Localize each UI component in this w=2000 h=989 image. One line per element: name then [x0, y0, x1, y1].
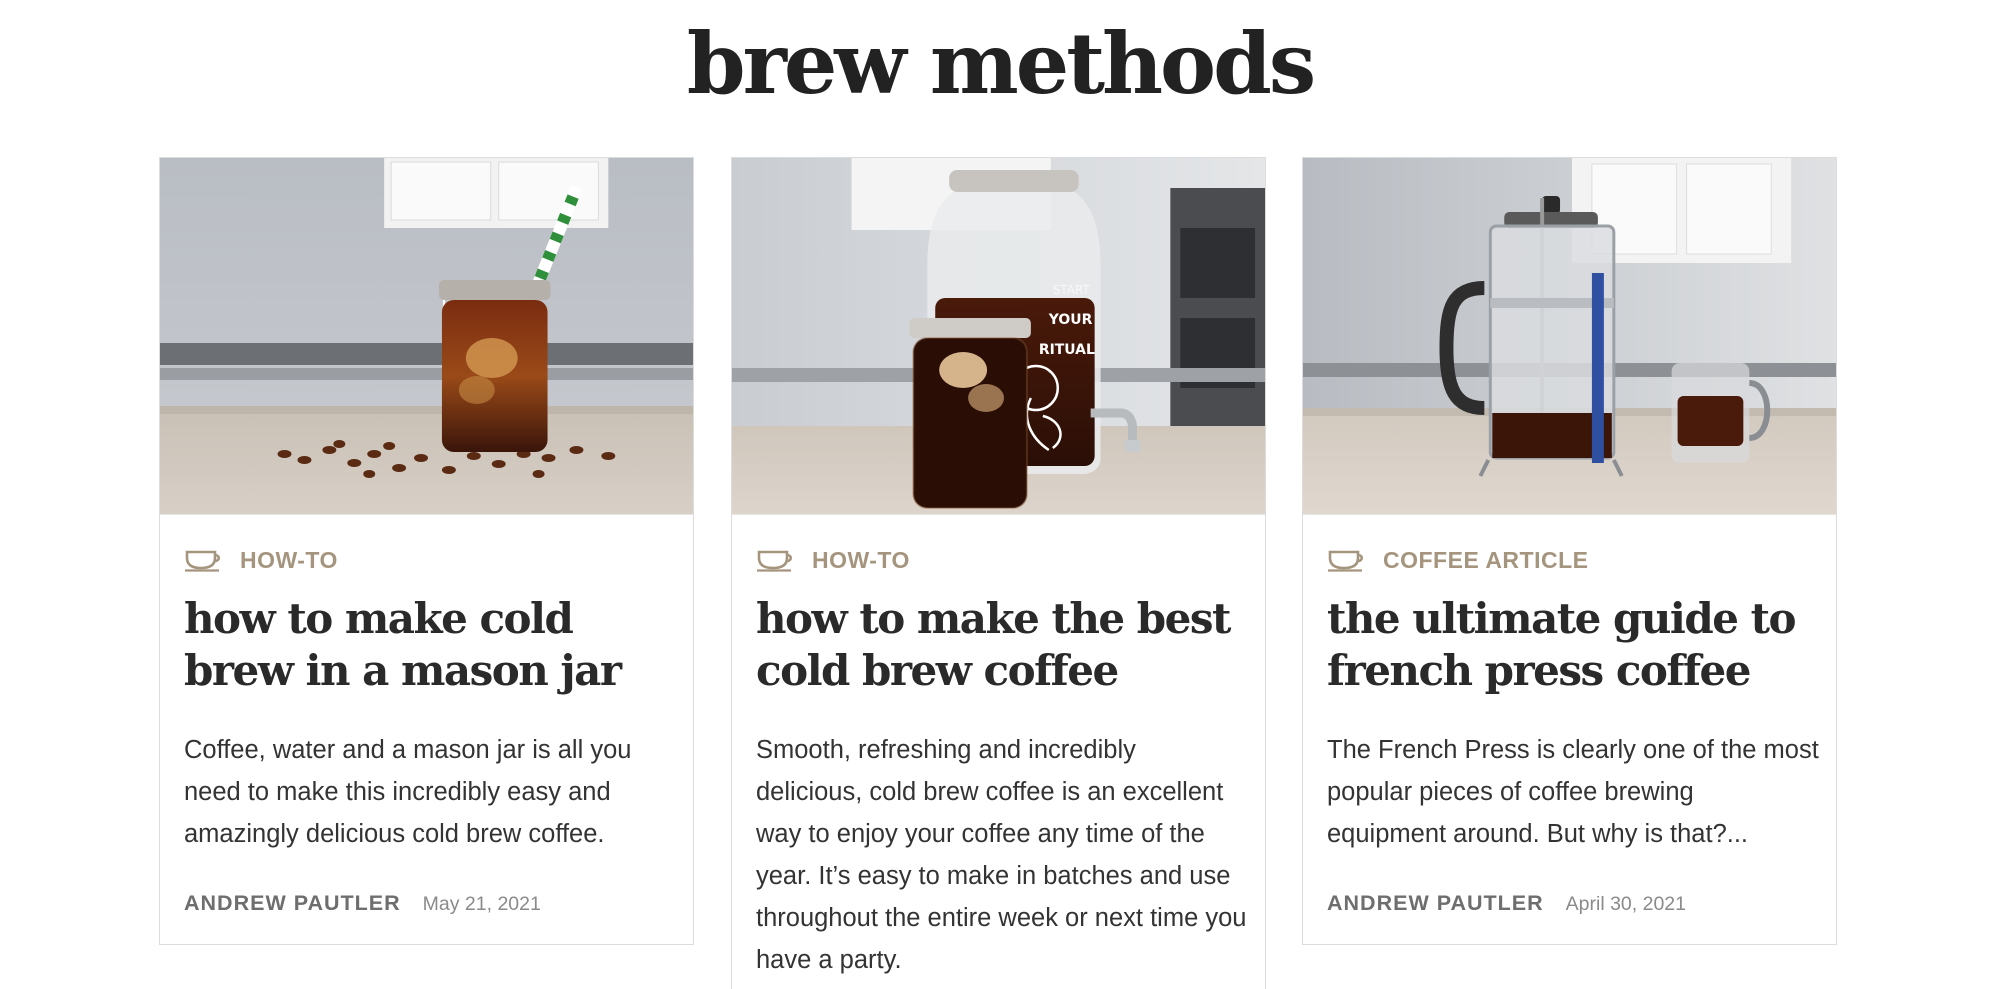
svg-text:START: START [1053, 283, 1091, 297]
post-title[interactable]: how to make cold brew in a mason jar [184, 593, 674, 697]
post-category[interactable]: HOW-TO [184, 545, 338, 575]
post-image-mason-jar-cold-brew[interactable] [160, 158, 693, 515]
svg-text:YOUR: YOUR [1048, 312, 1093, 328]
post-excerpt: The French Press is clearly one of the m… [1327, 736, 1819, 848]
post-title[interactable]: the ultimate guide to french press coffe… [1327, 593, 1817, 697]
post-title[interactable]: how to make the best cold brew coffee [756, 593, 1246, 697]
post-image-french-press[interactable] [1303, 158, 1836, 515]
post-excerpt: Smooth, refreshing and incredibly delici… [756, 736, 1247, 974]
post-category[interactable]: HOW-TO [756, 545, 910, 575]
coffee-cup-icon [757, 550, 793, 572]
post-category[interactable]: COFFEE ARTICLE [1327, 545, 1588, 575]
post-image-cold-brew-dispenser[interactable]: START YOUR RITUAL [732, 158, 1265, 515]
category-label: COFFEE ARTICLE [1383, 546, 1589, 573]
page-title: brew methods [686, 14, 1316, 113]
post-card-french-press-guide[interactable]: COFFEE ARTICLE the ultimate guide to fre… [1302, 157, 1837, 945]
post-author[interactable]: ANDREW PAUTLER [1327, 891, 1544, 916]
post-date: April 30, 2021 [1565, 893, 1686, 915]
post-author[interactable]: ANDREW PAUTLER [184, 891, 401, 916]
post-date: May 21, 2021 [422, 893, 541, 915]
post-excerpt: Coffee, water and a mason jar is all you… [184, 736, 632, 848]
coffee-cup-icon [185, 550, 221, 572]
svg-text:RITUAL: RITUAL [1039, 342, 1095, 358]
coffee-cup-icon [1328, 550, 1364, 572]
post-card-best-cold-brew[interactable]: START YOUR RITUAL HOW-TO how to make the… [731, 157, 1266, 989]
category-label: HOW-TO [812, 546, 910, 573]
post-byline: ANDREW PAUTLER April 30, 2021 [1327, 891, 1686, 916]
post-byline: ANDREW PAUTLER May 21, 2021 [184, 891, 541, 916]
category-label: HOW-TO [240, 546, 338, 573]
post-card-cold-brew-mason-jar[interactable]: HOW-TO how to make cold brew in a mason … [159, 157, 694, 945]
